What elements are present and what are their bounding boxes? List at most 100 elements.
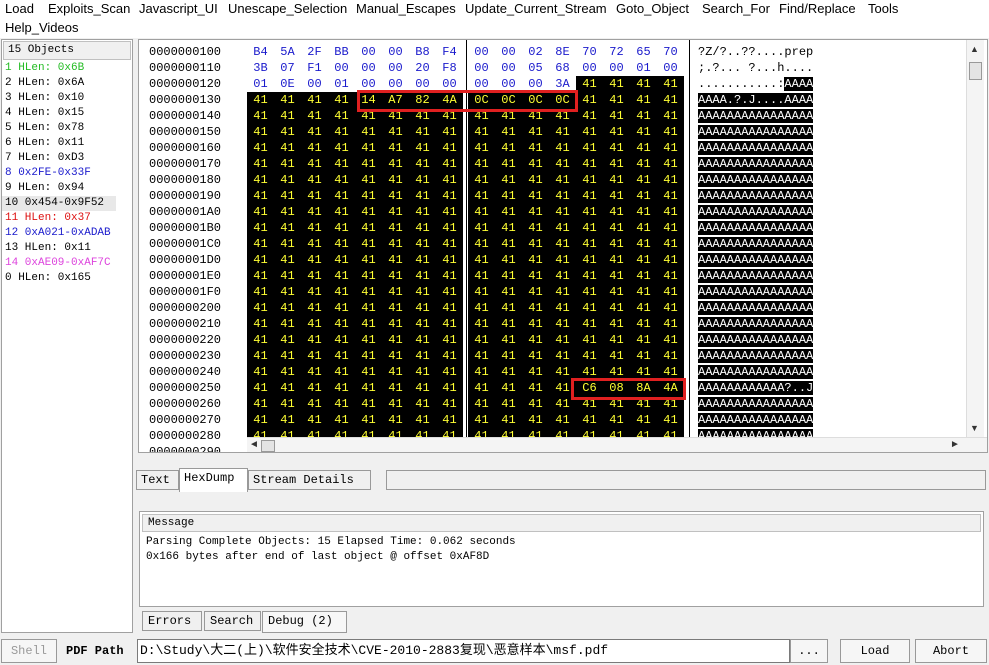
object-list-item[interactable]: 8 0x2FE-0x33F: [2, 166, 132, 181]
hex-byte[interactable]: 41: [274, 252, 301, 268]
hex-byte[interactable]: 41: [549, 156, 576, 172]
hex-byte[interactable]: 41: [436, 236, 463, 252]
hex-byte[interactable]: 41: [576, 92, 603, 108]
menu-javascript-ui[interactable]: Javascript_UI: [139, 1, 218, 16]
hex-byte[interactable]: 41: [630, 108, 657, 124]
hex-byte[interactable]: 41: [301, 172, 328, 188]
hex-byte[interactable]: 68: [549, 60, 576, 76]
hex-byte[interactable]: 41: [247, 252, 274, 268]
tab-stream-details[interactable]: Stream Details: [248, 470, 371, 490]
hex-ascii[interactable]: ;.?... ?...h....: [698, 60, 846, 76]
hex-byte[interactable]: 41: [630, 236, 657, 252]
hex-byte[interactable]: 41: [603, 236, 630, 252]
hex-ascii[interactable]: AAAAAAAAAAAAAAAA: [698, 236, 846, 252]
hex-byte[interactable]: 41: [328, 140, 355, 156]
hex-byte[interactable]: 41: [382, 380, 409, 396]
hex-byte[interactable]: 41: [630, 76, 657, 92]
hex-byte[interactable]: 41: [301, 268, 328, 284]
hex-byte[interactable]: 41: [274, 108, 301, 124]
hex-byte[interactable]: 41: [247, 108, 274, 124]
hex-byte[interactable]: 41: [549, 268, 576, 284]
hex-byte[interactable]: 41: [657, 220, 684, 236]
hex-byte[interactable]: 41: [468, 220, 495, 236]
hex-byte[interactable]: 41: [522, 268, 549, 284]
object-list-item[interactable]: 4 HLen: 0x15: [2, 106, 132, 121]
menu-manual-escapes[interactable]: Manual_Escapes: [356, 1, 456, 16]
hex-byte[interactable]: 41: [274, 156, 301, 172]
hex-byte[interactable]: 41: [436, 252, 463, 268]
hex-byte[interactable]: 41: [301, 380, 328, 396]
hex-byte[interactable]: 41: [274, 396, 301, 412]
hex-byte[interactable]: 41: [495, 284, 522, 300]
hex-byte[interactable]: 41: [436, 220, 463, 236]
object-list-item[interactable]: 2 HLen: 0x6A: [2, 76, 132, 91]
hex-byte[interactable]: 41: [576, 348, 603, 364]
hex-byte[interactable]: 41: [495, 204, 522, 220]
hex-byte[interactable]: 41: [522, 348, 549, 364]
hex-byte[interactable]: 41: [549, 204, 576, 220]
hex-byte[interactable]: 41: [301, 188, 328, 204]
hex-byte[interactable]: 41: [274, 172, 301, 188]
hex-byte[interactable]: 41: [603, 188, 630, 204]
hex-byte[interactable]: 41: [576, 220, 603, 236]
tab-text[interactable]: Text: [136, 470, 179, 490]
object-list-item[interactable]: 14 0xAE09-0xAF7C: [2, 256, 132, 271]
hex-byte[interactable]: 00: [495, 44, 522, 60]
hex-byte[interactable]: 41: [436, 332, 463, 348]
hex-byte[interactable]: 41: [630, 92, 657, 108]
hex-byte[interactable]: 41: [468, 396, 495, 412]
hex-byte[interactable]: 41: [328, 396, 355, 412]
hex-byte[interactable]: 41: [301, 348, 328, 364]
hex-byte[interactable]: 41: [247, 316, 274, 332]
menu-find-replace[interactable]: Find/Replace: [779, 1, 856, 16]
hex-byte[interactable]: 41: [576, 76, 603, 92]
hex-byte[interactable]: 00: [301, 76, 328, 92]
hex-byte[interactable]: 41: [657, 316, 684, 332]
hex-byte[interactable]: 41: [468, 348, 495, 364]
hex-byte[interactable]: 41: [657, 348, 684, 364]
hex-byte[interactable]: 41: [355, 124, 382, 140]
hex-byte[interactable]: 41: [409, 140, 436, 156]
hex-byte[interactable]: 41: [328, 236, 355, 252]
hex-byte[interactable]: 5A: [274, 44, 301, 60]
hex-ascii[interactable]: AAAAAAAAAAAAAAAA: [698, 284, 846, 300]
hex-byte[interactable]: 41: [436, 188, 463, 204]
hex-byte[interactable]: 41: [576, 252, 603, 268]
hex-byte[interactable]: 41: [436, 348, 463, 364]
hex-byte[interactable]: 41: [522, 252, 549, 268]
hex-byte[interactable]: 41: [522, 124, 549, 140]
hex-ascii[interactable]: AAAAAAAAAAAAAAAA: [698, 332, 846, 348]
hex-byte[interactable]: 41: [522, 236, 549, 252]
menu-goto-object[interactable]: Goto_Object: [616, 1, 689, 16]
hex-ascii[interactable]: AAAAAAAAAAAAAAAA: [698, 220, 846, 236]
hex-vertical-scroll-thumb[interactable]: [969, 62, 982, 80]
hex-byte[interactable]: 41: [468, 412, 495, 428]
hex-byte[interactable]: 01: [247, 76, 274, 92]
hex-byte[interactable]: 41: [328, 412, 355, 428]
hex-byte[interactable]: 41: [468, 188, 495, 204]
hex-byte[interactable]: 41: [576, 316, 603, 332]
hex-byte[interactable]: 41: [328, 316, 355, 332]
hex-byte[interactable]: 41: [657, 124, 684, 140]
hex-byte[interactable]: 41: [382, 300, 409, 316]
hex-byte[interactable]: 41: [436, 396, 463, 412]
hex-byte[interactable]: 8E: [549, 44, 576, 60]
hex-byte[interactable]: 41: [247, 396, 274, 412]
hex-byte[interactable]: 41: [301, 332, 328, 348]
menu-help-videos[interactable]: Help_Videos: [5, 20, 78, 35]
hex-byte[interactable]: 41: [603, 412, 630, 428]
hex-byte[interactable]: 3B: [247, 60, 274, 76]
hex-byte[interactable]: 41: [247, 204, 274, 220]
hex-byte[interactable]: 41: [657, 172, 684, 188]
hex-byte[interactable]: 41: [247, 284, 274, 300]
hex-byte[interactable]: 41: [576, 124, 603, 140]
hex-byte[interactable]: 41: [328, 92, 355, 108]
hex-byte[interactable]: 41: [603, 316, 630, 332]
hex-byte[interactable]: 41: [355, 252, 382, 268]
hex-byte[interactable]: 41: [382, 236, 409, 252]
hex-byte[interactable]: 65: [630, 44, 657, 60]
hex-byte[interactable]: 41: [409, 412, 436, 428]
object-list-header[interactable]: 15 Objects: [3, 41, 131, 60]
hex-byte[interactable]: 41: [355, 364, 382, 380]
hex-byte[interactable]: 41: [355, 300, 382, 316]
